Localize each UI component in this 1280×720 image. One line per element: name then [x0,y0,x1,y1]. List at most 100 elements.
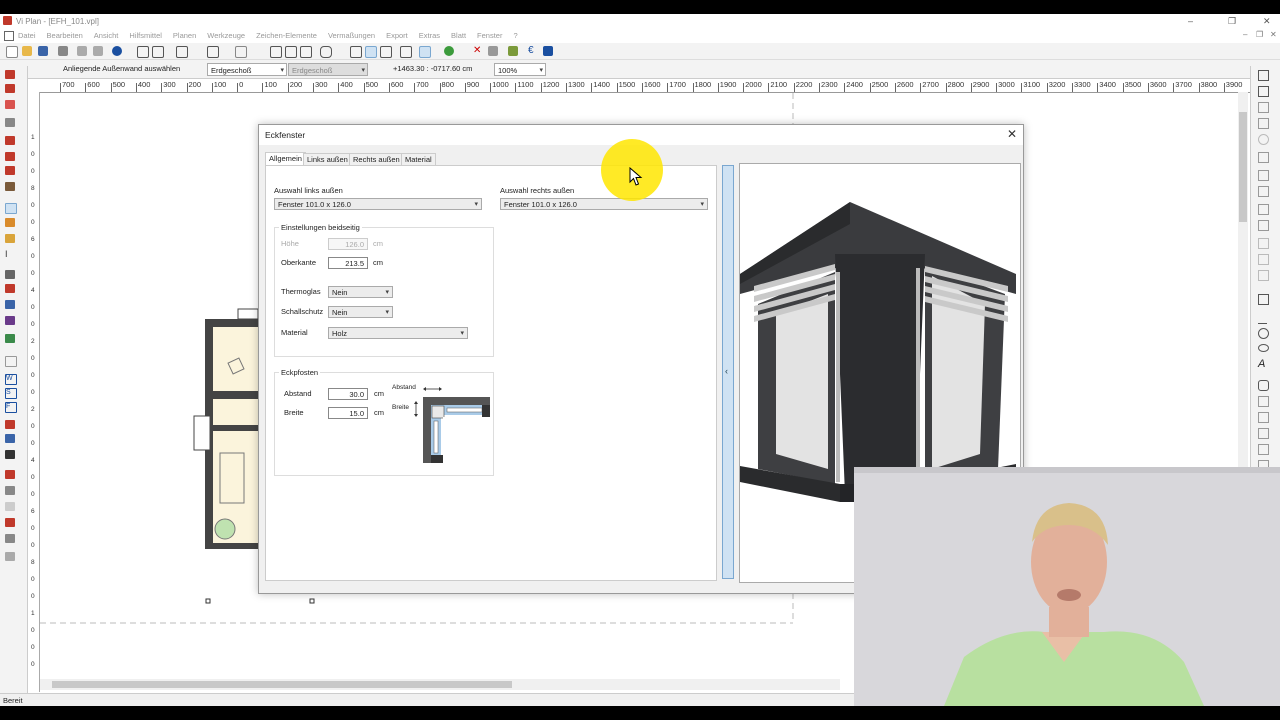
texture-tool-icon[interactable] [5,316,15,325]
break-icon[interactable] [1258,270,1269,281]
rotate-icon[interactable] [1258,186,1269,197]
car-tool-icon[interactable] [5,450,15,459]
door-tool-icon[interactable] [5,218,15,227]
terrain-tool-icon[interactable] [5,334,15,343]
paste-icon[interactable] [93,46,103,56]
grid-icon[interactable] [137,46,149,58]
hand-pan-icon[interactable] [320,46,332,58]
oberkante-input[interactable]: 213.5 [328,257,368,269]
align-tool-icon[interactable] [5,518,15,527]
view-3d-icon[interactable] [1258,70,1269,81]
menu-datei[interactable]: Datei [18,31,36,40]
panel-splitter[interactable]: ‹ [722,165,734,579]
column-tool-icon[interactable] [5,234,15,243]
auswahl-links-select[interactable]: Fenster 101.0 x 126.0 ▾ [274,198,482,210]
tool-icon[interactable] [488,46,498,56]
pencil-tool-icon[interactable] [5,118,15,127]
schallschutz-select[interactable]: Nein ▾ [328,306,393,318]
view-3d-2-icon[interactable] [1258,86,1269,97]
page-icon[interactable] [270,46,282,58]
child-minimize-button[interactable]: – [1243,30,1247,39]
line-icon[interactable] [1258,314,1267,324]
trim-icon[interactable] [1258,238,1269,249]
menu-blatt[interactable]: Blatt [451,31,466,40]
info-icon[interactable] [112,46,122,56]
marker-tool-icon[interactable] [5,486,15,495]
spline-icon[interactable] [1258,380,1269,391]
group-tool-icon[interactable] [5,534,15,543]
auswahl-rechts-select[interactable]: Fenster 101.0 x 126.0 ▾ [500,198,708,210]
ellipse-icon[interactable] [1258,344,1269,352]
bucket-tool-icon[interactable] [5,284,15,293]
snap-icon[interactable] [365,46,377,58]
minimize-button[interactable]: – [1188,16,1193,26]
menu-export[interactable]: Export [386,31,408,40]
stair-tool-icon[interactable] [5,152,15,161]
percent-icon[interactable] [508,46,518,56]
euro-icon[interactable]: € [528,46,538,56]
menu-zeichen-elemente[interactable]: Zeichen-Elemente [256,31,317,40]
object-tool-icon[interactable] [5,182,15,191]
child-close-button[interactable]: ✕ [1270,30,1277,39]
select-icon[interactable] [1258,152,1269,163]
horizontal-scrollbar[interactable] [40,679,840,690]
wall-tool-2-icon[interactable] [5,84,15,93]
layout-icon[interactable] [207,46,219,58]
measure-tool-icon[interactable] [5,270,15,279]
floor-select-2[interactable]: Erdgeschoß ▾ [288,63,368,76]
text-a-icon[interactable]: A [1258,359,1267,370]
camera-icon[interactable] [1258,118,1269,129]
mirror-icon[interactable] [1258,204,1269,215]
f-tool-icon[interactable]: F [5,402,17,413]
menu-planen[interactable]: Planen [173,31,196,40]
breite-input[interactable]: 15.0 [328,407,368,419]
floor-select[interactable]: Erdgeschoß ▾ [207,63,287,76]
hatch-icon[interactable] [1258,396,1269,407]
zoom-icon[interactable] [300,46,312,58]
cube-tool-icon[interactable] [5,300,15,309]
refresh-icon[interactable] [1258,134,1269,145]
hoehe-input[interactable]: 126.0 [328,238,368,250]
delete-icon[interactable]: ✕ [473,46,483,56]
menu-bearbeiten[interactable]: Bearbeiten [47,31,83,40]
menu-help[interactable]: ? [513,31,517,40]
zoom-select[interactable]: 100% ▾ [494,63,546,76]
child-maximize-button[interactable]: ❐ [1256,30,1263,39]
wall-tool-icon[interactable] [5,70,15,79]
w-tool-icon[interactable]: W [5,374,17,385]
zoom-in-icon[interactable] [285,46,297,58]
horizontal-scroll-thumb[interactable] [52,681,512,688]
calculator-icon[interactable] [543,46,553,56]
copy-layer-icon[interactable] [350,46,362,58]
symbol-icon[interactable] [1258,428,1269,439]
copy-icon[interactable] [77,46,87,56]
eraser-tool-icon[interactable] [5,502,15,511]
extend-icon[interactable] [1258,254,1269,265]
view-icon[interactable] [419,46,431,58]
target-icon[interactable] [444,46,454,56]
text-tool-icon[interactable]: I [5,250,15,259]
menu-fenster[interactable]: Fenster [477,31,502,40]
house-icon[interactable] [152,46,164,58]
room-tool-icon[interactable] [5,100,15,109]
thermoglas-select[interactable]: Nein ▾ [328,286,393,298]
array-icon[interactable] [1258,220,1269,231]
menu-vermassungen[interactable]: Vermaßungen [328,31,375,40]
s-tool-icon[interactable]: S [5,388,17,399]
open-folder-icon[interactable] [22,46,32,56]
plot-tool-icon[interactable] [5,470,15,479]
angle-icon[interactable] [400,46,412,58]
document-icon[interactable] [1258,294,1269,305]
move-icon[interactable] [1258,170,1269,181]
menu-hilfsmittel[interactable]: Hilfsmittel [129,31,162,40]
layer-icon[interactable] [235,46,247,58]
dialog-close-button[interactable]: ✕ [1007,127,1017,141]
plant-tool-icon[interactable] [5,434,15,443]
menu-werkzeuge[interactable]: Werkzeuge [207,31,245,40]
new-file-icon[interactable] [6,46,18,58]
render-icon[interactable] [1258,102,1269,113]
fill-icon[interactable] [1258,412,1269,423]
menu-ansicht[interactable]: Ansicht [94,31,119,40]
material-select[interactable]: Holz ▾ [328,327,468,339]
heart-tool-icon[interactable] [5,166,15,175]
